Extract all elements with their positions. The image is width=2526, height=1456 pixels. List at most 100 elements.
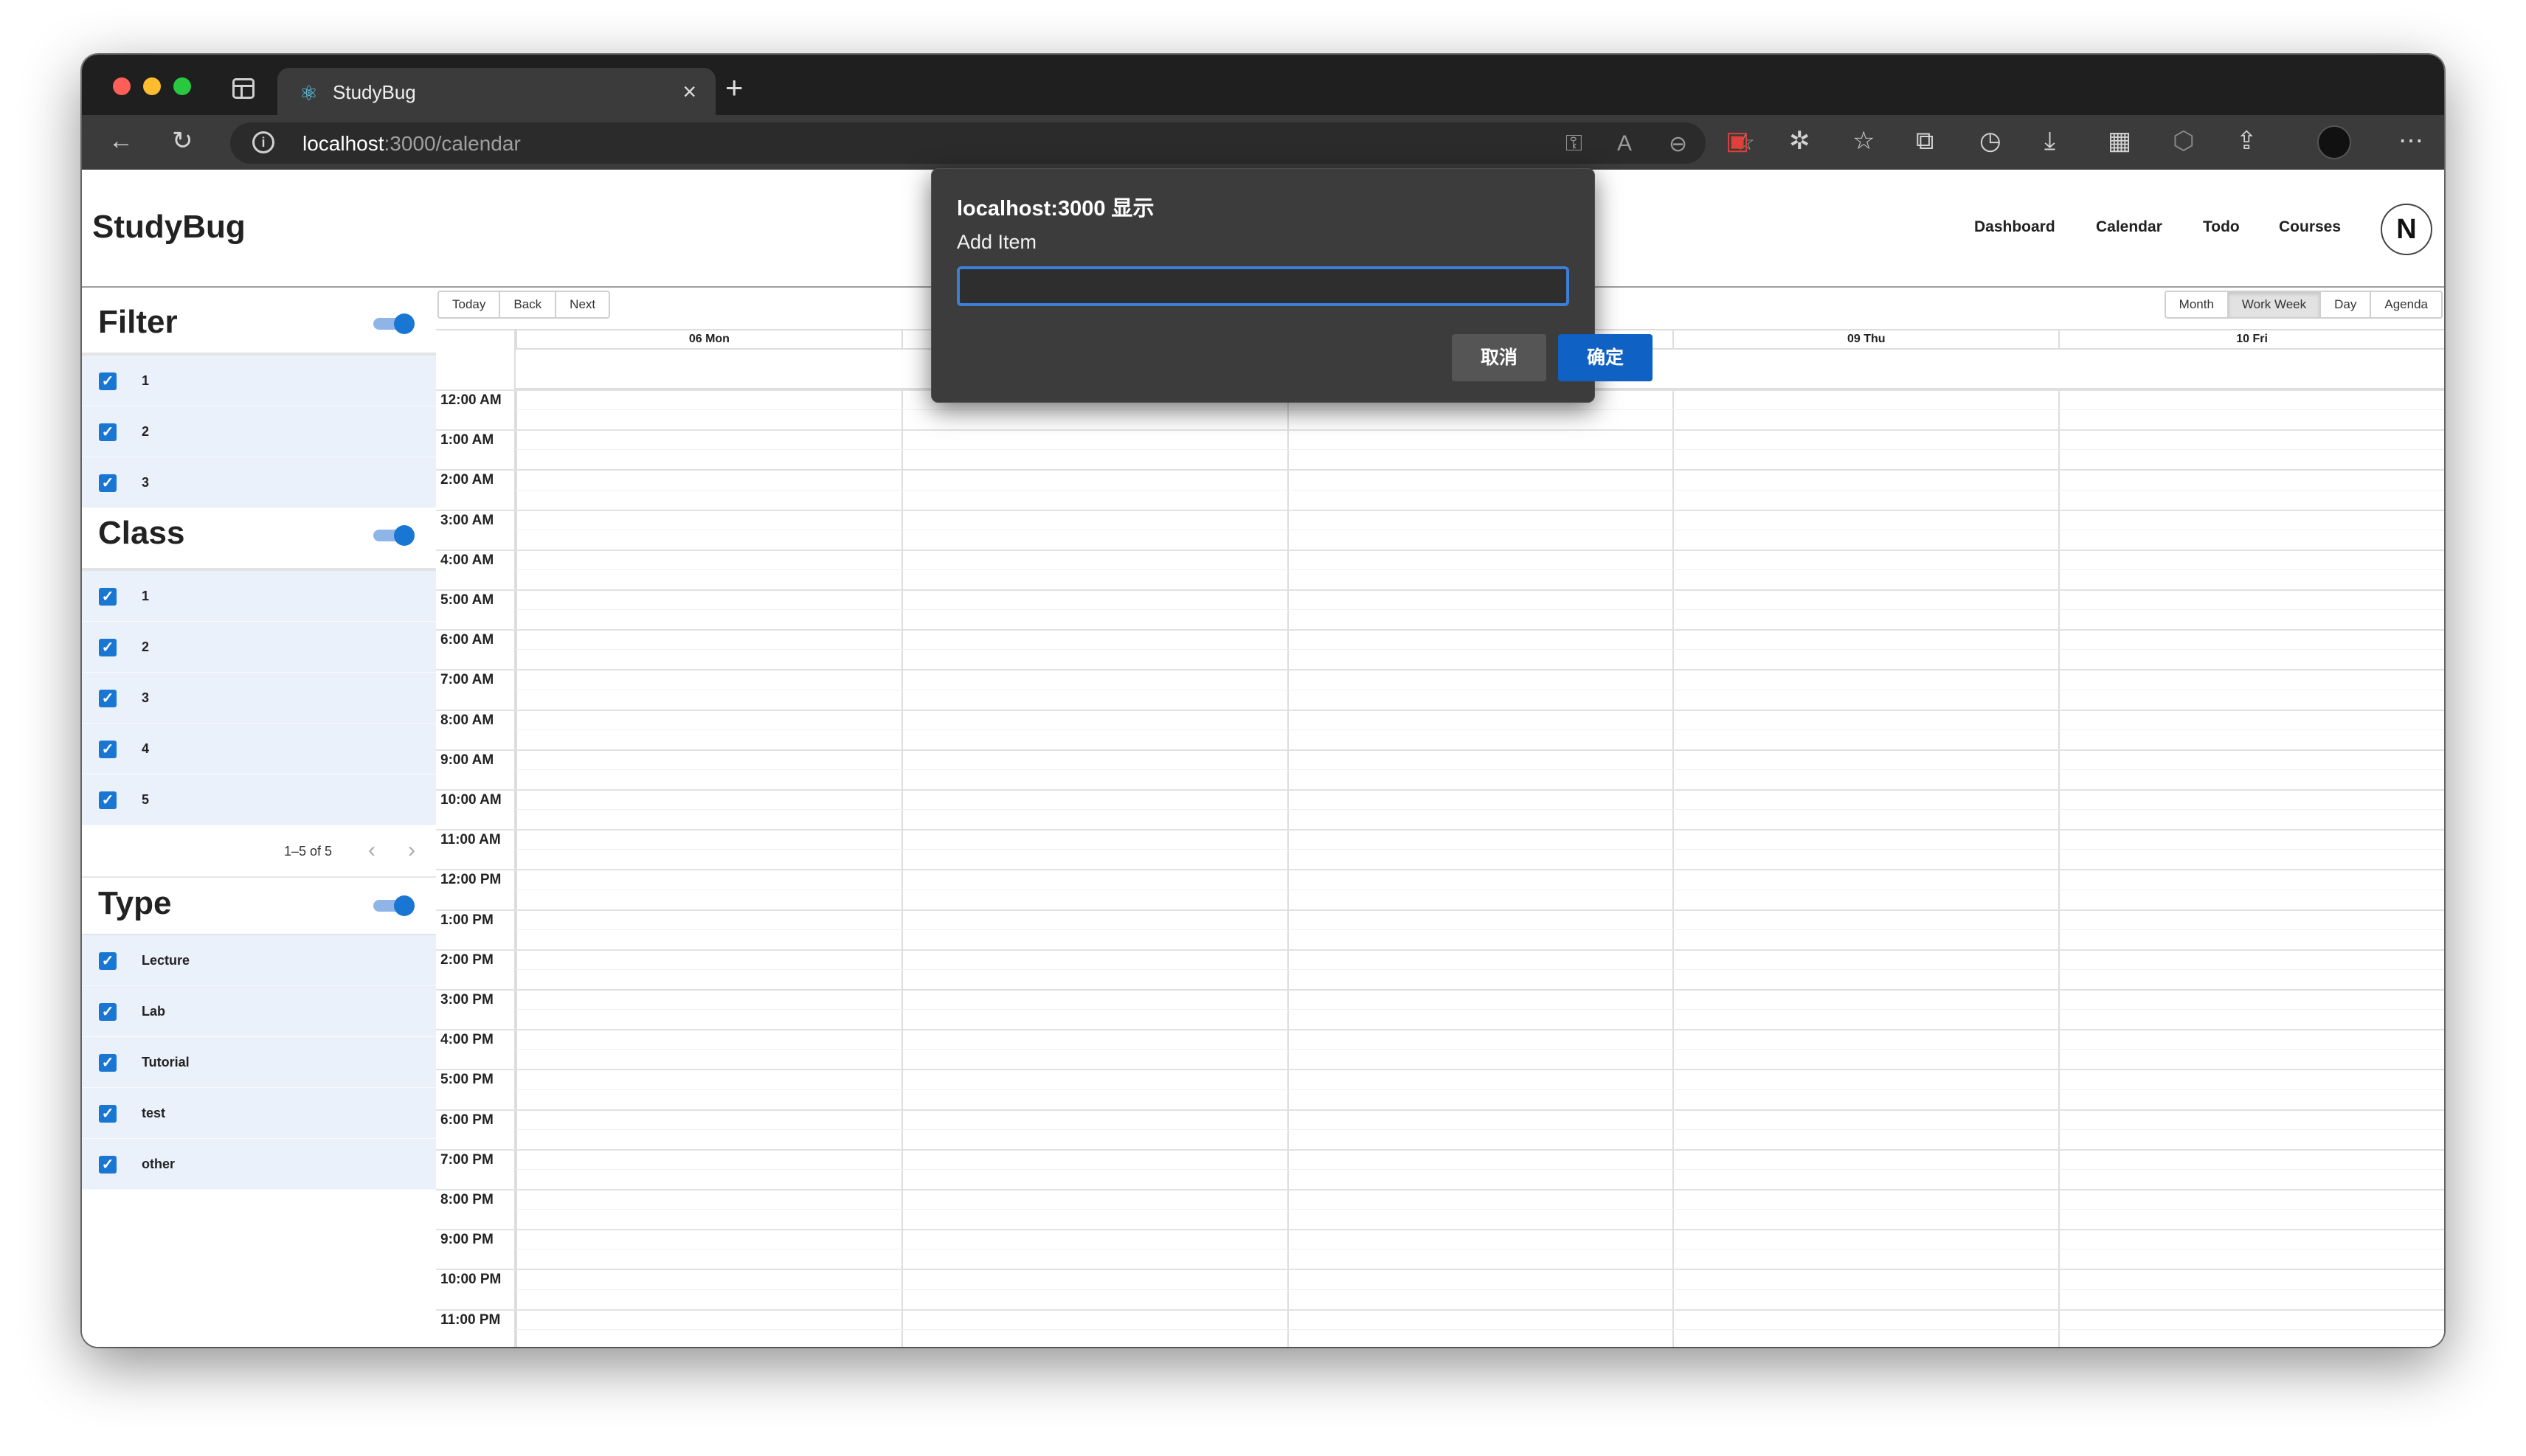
day-column[interactable] xyxy=(1287,389,1673,1347)
type-item[interactable]: ✓ Lecture xyxy=(82,935,436,986)
half-hour-gridline xyxy=(516,1328,2444,1330)
class-item[interactable]: ✓ 3 xyxy=(82,673,436,724)
class-toggle[interactable] xyxy=(373,525,415,546)
view-month-button[interactable]: Month xyxy=(2165,292,2229,317)
hour-gridline xyxy=(436,1148,2444,1151)
info-icon[interactable]: i xyxy=(252,131,274,153)
checkbox[interactable]: ✓ xyxy=(99,588,117,606)
time-label: 12:00 PM xyxy=(440,872,502,888)
class-item-label: 3 xyxy=(142,690,150,705)
day-header[interactable]: 10 Fri xyxy=(2058,330,2444,348)
class-item[interactable]: ✓ 5 xyxy=(82,774,436,825)
collections-icon[interactable]: ⧉ xyxy=(1916,128,1934,153)
class-item-label: 4 xyxy=(142,741,150,756)
share-icon[interactable]: ⇪ xyxy=(2236,128,2257,153)
half-hour-gridline xyxy=(516,1129,2444,1130)
type-item[interactable]: ✓ Lab xyxy=(82,986,436,1037)
address-bar[interactable]: i localhost:3000/calendar ⚿ A ⊖ ☆ xyxy=(230,122,1755,164)
filter-item[interactable]: ✓ 1 xyxy=(82,356,436,406)
checkbox[interactable]: ✓ xyxy=(99,690,117,707)
tab-close-icon[interactable]: × xyxy=(682,78,696,105)
refresh-icon[interactable]: ↻ xyxy=(172,128,193,153)
history-icon[interactable]: ◷ xyxy=(1979,128,2001,153)
user-avatar[interactable]: N xyxy=(2381,204,2432,255)
half-hour-gridline xyxy=(516,1009,2444,1010)
checkbox[interactable]: ✓ xyxy=(99,1105,117,1123)
nav-calendar[interactable]: Calendar xyxy=(2096,218,2162,236)
hour-gridline xyxy=(436,869,2444,871)
checkbox[interactable]: ✓ xyxy=(99,372,117,390)
day-column[interactable] xyxy=(516,389,902,1347)
read-aloud-icon[interactable]: A xyxy=(1617,131,1632,156)
filter-toggle[interactable] xyxy=(373,313,415,334)
class-item[interactable]: ✓ 2 xyxy=(82,622,436,673)
prev-page-icon[interactable]: ‹ xyxy=(368,838,376,863)
sidebar-toggle-icon[interactable] xyxy=(232,78,255,99)
close-window-button[interactable] xyxy=(113,77,131,95)
view-agenda-button[interactable]: Agenda xyxy=(2371,292,2441,317)
checkbox[interactable]: ✓ xyxy=(99,1003,117,1021)
checkbox[interactable]: ✓ xyxy=(99,423,117,441)
more-menu-icon[interactable]: ⋯ xyxy=(2398,128,2423,153)
nav-dashboard[interactable]: Dashboard xyxy=(1974,218,2055,236)
checkbox[interactable]: ✓ xyxy=(99,741,117,758)
hour-gridline xyxy=(436,709,2444,711)
nav-todo[interactable]: Todo xyxy=(2203,218,2240,236)
favorites-icon[interactable]: ☆ xyxy=(1852,128,1875,153)
extensions-puzzle-icon[interactable]: ✲ xyxy=(1789,128,1810,153)
key-icon[interactable]: ⚿ xyxy=(1565,131,1582,156)
type-item[interactable]: ✓ other xyxy=(82,1139,436,1190)
type-toggle[interactable] xyxy=(373,895,415,916)
hour-gridline xyxy=(436,829,2444,831)
checkbox[interactable]: ✓ xyxy=(99,639,117,656)
time-grid: 06 Mon07 Tue08 Wed09 Thu10 Fri12:00 AM1:… xyxy=(436,329,2444,1347)
brand-title[interactable]: StudyBug xyxy=(92,209,246,246)
ok-button[interactable]: 确定 xyxy=(1558,334,1653,381)
checkbox[interactable]: ✓ xyxy=(99,1054,117,1072)
new-tab-icon[interactable]: + xyxy=(725,72,744,103)
type-section-title: Type xyxy=(98,885,172,921)
minimize-window-button[interactable] xyxy=(143,77,161,95)
view-work-week-button[interactable]: Work Week xyxy=(2228,292,2322,317)
filter-item[interactable]: ✓ 2 xyxy=(82,406,436,457)
back-arrow-icon[interactable]: ← xyxy=(108,128,134,153)
time-label: 8:00 AM xyxy=(440,712,494,728)
downloads-icon[interactable]: ⤓ xyxy=(2044,128,2055,153)
dialog-title: localhost:3000 显示 xyxy=(957,197,1155,221)
back-button[interactable]: Back xyxy=(500,292,557,317)
day-column[interactable] xyxy=(1672,389,2058,1347)
zoom-out-icon[interactable]: ⊖ xyxy=(1669,131,1687,157)
cancel-button[interactable]: 取消 xyxy=(1452,334,1546,381)
next-button[interactable]: Next xyxy=(556,292,609,317)
type-item[interactable]: ✓ Tutorial xyxy=(82,1037,436,1088)
maximize-window-button[interactable] xyxy=(173,77,191,95)
hour-gridline xyxy=(436,1269,2444,1271)
profile-avatar[interactable] xyxy=(2317,125,2351,159)
day-column[interactable] xyxy=(2058,389,2444,1347)
class-item[interactable]: ✓ 4 xyxy=(82,724,436,774)
checkbox[interactable]: ✓ xyxy=(99,791,117,809)
browser-tab[interactable]: ⚛ StudyBug × xyxy=(277,68,716,115)
next-page-icon[interactable]: › xyxy=(408,838,415,863)
class-item[interactable]: ✓ 1 xyxy=(82,571,436,622)
checkbox[interactable]: ✓ xyxy=(99,474,117,492)
view-day-button[interactable]: Day xyxy=(2321,292,2372,317)
math-solver-icon[interactable]: ▦ xyxy=(2108,128,2131,153)
filter-item-label: 2 xyxy=(142,424,150,439)
day-header[interactable]: 06 Mon xyxy=(516,330,902,348)
extension-icon[interactable]: ▣ xyxy=(1726,128,1749,153)
add-item-input[interactable] xyxy=(957,266,1569,306)
day-column[interactable] xyxy=(901,389,1287,1347)
filter-item[interactable]: ✓ 3 xyxy=(82,457,436,508)
half-hour-gridline xyxy=(516,849,2444,850)
today-button[interactable]: Today xyxy=(439,292,501,317)
half-hour-gridline xyxy=(516,968,2444,970)
checkbox[interactable]: ✓ xyxy=(99,1156,117,1174)
performance-icon[interactable]: ⬡ xyxy=(2173,128,2195,153)
type-item-label: Lab xyxy=(142,1004,166,1019)
type-item-label: test xyxy=(142,1106,166,1120)
day-header[interactable]: 09 Thu xyxy=(1672,330,2058,348)
type-item[interactable]: ✓ test xyxy=(82,1088,436,1139)
nav-courses[interactable]: Courses xyxy=(2279,218,2341,236)
checkbox[interactable]: ✓ xyxy=(99,952,117,970)
